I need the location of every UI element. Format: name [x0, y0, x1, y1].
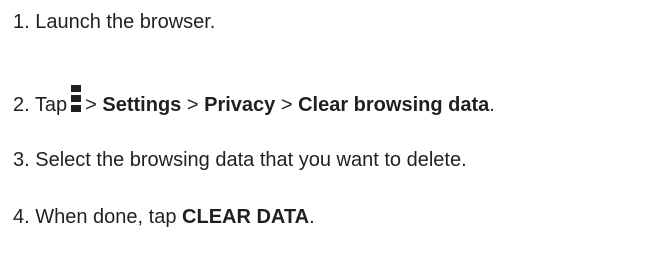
overflow-menu-icon — [71, 85, 82, 113]
period: . — [489, 94, 495, 116]
clear-data-label: CLEAR DATA — [182, 206, 310, 228]
step-4: 4. When done, tap CLEAR DATA. — [13, 205, 315, 229]
step-number: 2. — [13, 94, 30, 116]
step-number: 1. — [13, 11, 30, 33]
privacy-label: Privacy — [204, 94, 276, 116]
step-2: 2. Tap > Settings > Privacy > Clear brows… — [13, 85, 495, 117]
separator: > — [85, 94, 97, 116]
step-text: When done, tap — [35, 206, 177, 228]
step-3: 3. Select the browsing data that you wan… — [13, 148, 467, 172]
step-text: Select the browsing data that you want t… — [35, 149, 467, 171]
settings-label: Settings — [102, 94, 182, 116]
period: . — [309, 206, 315, 228]
clear-browsing-data-label: Clear browsing data — [298, 94, 490, 116]
step-number: 3. — [13, 149, 30, 171]
step-tap-text: Tap — [34, 94, 68, 116]
step-text: Launch the browser. — [35, 11, 216, 33]
step-1: 1. Launch the browser. — [13, 10, 215, 34]
separator: > — [280, 94, 293, 116]
separator: > — [186, 94, 199, 116]
step-number: 4. — [13, 206, 30, 228]
